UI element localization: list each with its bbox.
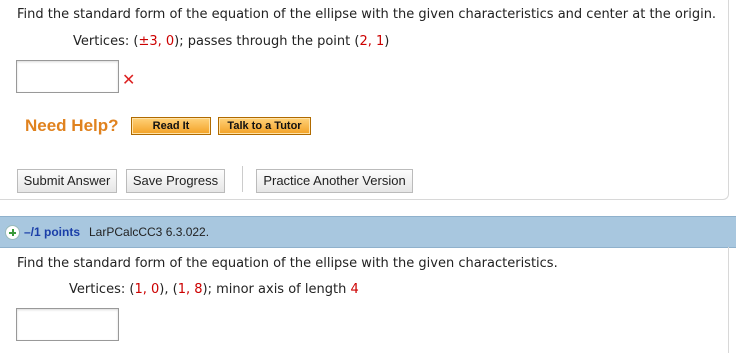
question-2-prompt: Find the standard form of the equation o… xyxy=(17,256,558,271)
answer-input-2[interactable] xyxy=(16,308,119,341)
question-id: LarPCalcCC3 6.3.022. xyxy=(89,225,210,239)
vertices-label: Vertices: ( xyxy=(73,34,139,49)
question-prompt: Find the standard form of the equation o… xyxy=(17,7,717,22)
question-1-panel: Find the standard form of the equation o… xyxy=(0,0,736,200)
need-help-label: Need Help? xyxy=(25,116,119,135)
question-given: Vertices: (±3, 0); passes through the po… xyxy=(73,34,389,49)
vertex-2-value: 1, 8 xyxy=(177,282,203,297)
closing-paren: ) xyxy=(384,34,390,49)
vertex-separator: ), ( xyxy=(159,282,178,297)
button-divider xyxy=(242,166,243,192)
save-progress-button[interactable]: Save Progress xyxy=(126,169,225,193)
expand-plus-icon[interactable] xyxy=(5,225,20,240)
question-2-given: Vertices: (1, 0), (1, 8); minor axis of … xyxy=(69,282,359,297)
talk-to-tutor-button[interactable]: Talk to a Tutor xyxy=(218,117,311,135)
vertices-value: ±3, 0 xyxy=(138,34,175,49)
minor-axis-label: ); minor axis of length xyxy=(202,282,351,297)
vertices-label: Vertices: ( xyxy=(69,282,135,297)
points-label: –/1 points xyxy=(24,225,81,239)
point-value: 2, 1 xyxy=(359,34,385,49)
read-it-button[interactable]: Read It xyxy=(131,117,211,135)
incorrect-icon: ✕ xyxy=(122,70,136,89)
question-2-panel: Find the standard form of the equation o… xyxy=(0,247,729,353)
answer-input[interactable] xyxy=(16,60,119,93)
submit-answer-button[interactable]: Submit Answer xyxy=(17,169,117,193)
question-2-header: –/1 points LarPCalcCC3 6.3.022. xyxy=(0,216,736,248)
point-label: ); passes through the point ( xyxy=(174,34,360,49)
vertex-1-value: 1, 0 xyxy=(134,282,160,297)
minor-axis-value: 4 xyxy=(350,282,359,297)
practice-another-version-button[interactable]: Practice Another Version xyxy=(256,169,413,193)
